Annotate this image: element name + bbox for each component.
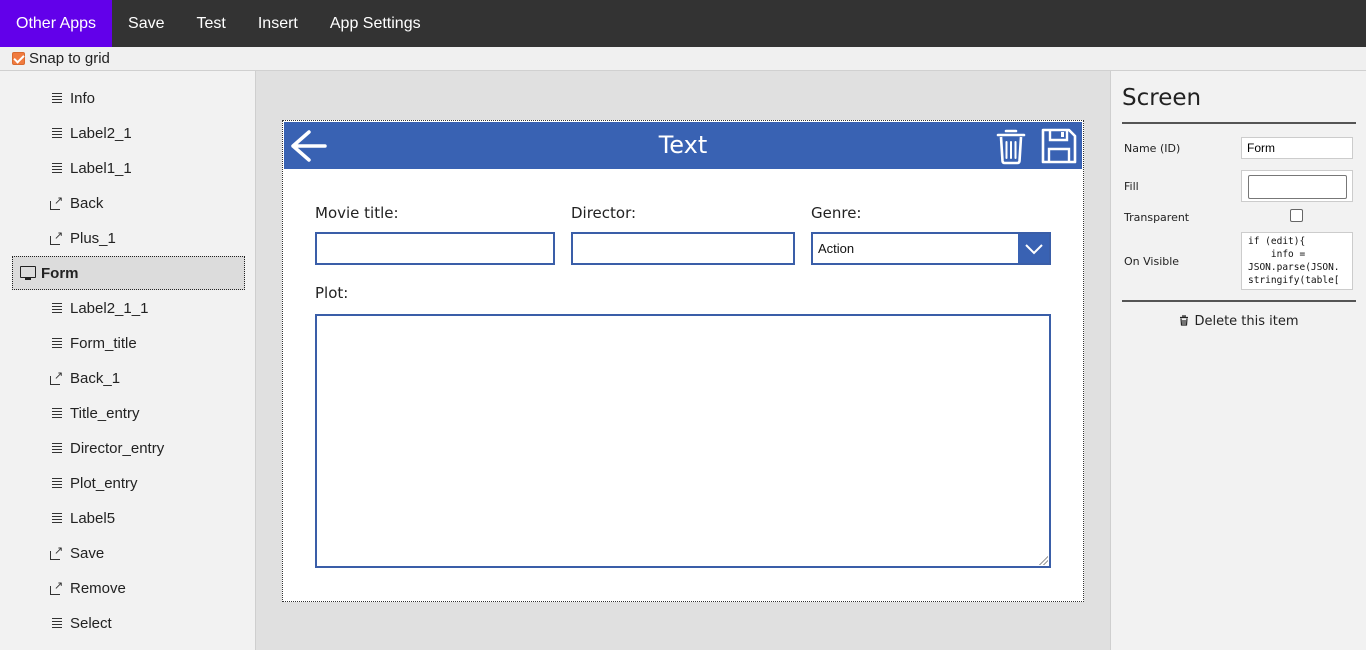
tree-item-label2-1-1[interactable]: Label2_1_1 bbox=[48, 291, 148, 326]
element-tree: Info Label2_1 Label1_1 Back Plus_1 Form … bbox=[0, 71, 256, 650]
tree-item-label: Label5 bbox=[70, 510, 116, 527]
genre-select[interactable]: Action bbox=[811, 232, 1051, 265]
link-icon bbox=[48, 544, 66, 560]
genre-selected-value: Action bbox=[818, 241, 855, 256]
tree-item-back[interactable]: Back bbox=[48, 186, 103, 221]
tree-item-info[interactable]: Info bbox=[48, 81, 95, 116]
tree-item-select[interactable]: Select bbox=[48, 606, 112, 641]
tree-item-remove[interactable]: Remove bbox=[48, 571, 126, 606]
link-icon bbox=[48, 369, 66, 385]
tree-item-label: Back bbox=[70, 195, 104, 212]
form-header-bar: Text bbox=[284, 122, 1082, 169]
back-arrow-icon[interactable] bbox=[289, 128, 327, 169]
tree-item-label: Plot_entry bbox=[70, 475, 138, 492]
tree-item-label2-1[interactable]: Label2_1 bbox=[48, 116, 132, 151]
tree-item-label: Save bbox=[70, 545, 105, 562]
snap-toolbar: Snap to grid bbox=[0, 47, 1366, 71]
lines-icon bbox=[48, 128, 66, 139]
save-disk-icon[interactable] bbox=[1040, 127, 1078, 170]
tree-item-label: Form_title bbox=[70, 335, 137, 352]
tree-item-label1-1[interactable]: Label1_1 bbox=[48, 151, 132, 186]
tree-item-save[interactable]: Save bbox=[48, 536, 104, 571]
tree-item-form-title[interactable]: Form_title bbox=[48, 326, 137, 361]
tree-item-label: Label2_1_1 bbox=[70, 300, 149, 317]
divider bbox=[1122, 300, 1356, 302]
tree-item-label: Director_entry bbox=[70, 440, 165, 457]
tree-item-label: Label2_1 bbox=[70, 125, 132, 142]
menu-insert[interactable]: Insert bbox=[242, 0, 314, 47]
lines-icon bbox=[48, 513, 66, 524]
lines-icon bbox=[48, 443, 66, 454]
lines-icon bbox=[48, 303, 66, 314]
trash-icon[interactable] bbox=[995, 127, 1027, 170]
menu-test[interactable]: Test bbox=[181, 0, 242, 47]
tree-item-director-entry[interactable]: Director_entry bbox=[48, 431, 164, 466]
transparent-checkbox[interactable] bbox=[1290, 209, 1303, 222]
lines-icon bbox=[48, 338, 66, 349]
link-icon bbox=[48, 194, 66, 210]
fill-label: Fill bbox=[1124, 180, 1139, 193]
delete-item-label: Delete this item bbox=[1194, 314, 1299, 329]
plot-textarea[interactable] bbox=[315, 314, 1051, 568]
monitor-icon bbox=[19, 265, 37, 280]
tree-item-label: Label1_1 bbox=[70, 160, 132, 177]
tree-item-plus-1[interactable]: Plus_1 bbox=[48, 221, 116, 256]
form-title[interactable]: Text bbox=[284, 122, 1082, 169]
link-icon bbox=[48, 579, 66, 595]
tree-item-label: Plus_1 bbox=[70, 230, 116, 247]
fill-color-swatch[interactable] bbox=[1248, 175, 1347, 199]
genre-label: Genre: bbox=[811, 204, 862, 222]
plot-label: Plot: bbox=[315, 284, 349, 302]
on-visible-label: On Visible bbox=[1124, 255, 1180, 268]
lines-icon bbox=[48, 93, 66, 104]
delete-item-button[interactable]: Delete this item bbox=[1111, 314, 1366, 329]
tree-item-label: Info bbox=[70, 90, 96, 107]
design-canvas: Text Movie title: Director: Genre: Actio… bbox=[256, 71, 1110, 650]
tree-item-label: Back_1 bbox=[70, 370, 121, 387]
snap-to-grid-checkbox[interactable] bbox=[12, 52, 25, 65]
panel-title: Screen bbox=[1122, 85, 1202, 111]
tree-item-title-entry[interactable]: Title_entry bbox=[48, 396, 139, 431]
tree-item-label: Remove bbox=[70, 580, 126, 597]
fill-color-field[interactable] bbox=[1241, 170, 1353, 202]
properties-panel: Screen Name (ID) Form Fill Transparent O… bbox=[1110, 71, 1366, 650]
lines-icon bbox=[48, 408, 66, 419]
tree-item-plot-entry[interactable]: Plot_entry bbox=[48, 466, 138, 501]
divider bbox=[1122, 122, 1356, 124]
tree-item-form-screen[interactable]: Form bbox=[12, 256, 245, 290]
lines-icon bbox=[48, 163, 66, 174]
director-label: Director: bbox=[571, 204, 637, 222]
transparent-label: Transparent bbox=[1124, 211, 1190, 224]
top-menu-bar: Other Apps Save Test Insert App Settings bbox=[0, 0, 1366, 47]
tree-item-label: Select bbox=[70, 615, 112, 632]
menu-app-settings[interactable]: App Settings bbox=[314, 0, 437, 47]
tree-item-label: Form bbox=[41, 264, 79, 282]
on-visible-code-editor[interactable]: if (edit){ info = JSON.parse(JSON. strin… bbox=[1241, 232, 1353, 290]
name-id-label: Name (ID) bbox=[1124, 142, 1181, 155]
menu-other-apps[interactable]: Other Apps bbox=[0, 0, 113, 47]
menu-save[interactable]: Save bbox=[112, 0, 180, 47]
link-icon bbox=[48, 229, 66, 245]
tree-item-label5[interactable]: Label5 bbox=[48, 501, 115, 536]
tree-item-back-1[interactable]: Back_1 bbox=[48, 361, 120, 396]
movie-title-label: Movie title: bbox=[315, 204, 399, 222]
director-input[interactable] bbox=[571, 232, 795, 265]
chevron-down-icon[interactable] bbox=[1018, 234, 1049, 263]
snap-to-grid-label[interactable]: Snap to grid bbox=[29, 50, 110, 67]
trash-icon bbox=[1180, 315, 1189, 326]
resize-grip-icon[interactable] bbox=[1038, 555, 1048, 565]
movie-title-input[interactable] bbox=[315, 232, 555, 265]
form-screen-preview[interactable]: Text Movie title: Director: Genre: Actio… bbox=[282, 120, 1084, 602]
lines-icon bbox=[48, 618, 66, 629]
name-id-input[interactable]: Form bbox=[1241, 137, 1353, 159]
tree-item-label: Title_entry bbox=[70, 405, 140, 422]
lines-icon bbox=[48, 478, 66, 489]
